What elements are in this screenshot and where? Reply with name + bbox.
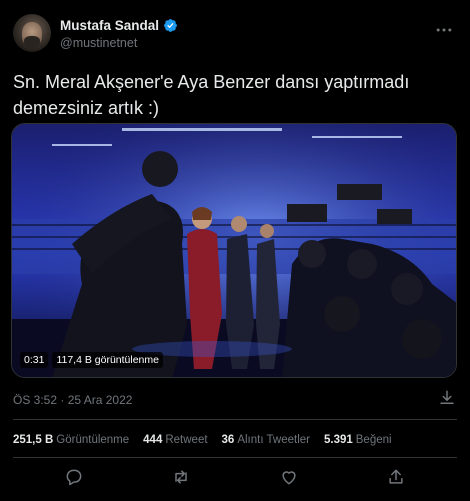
author-names: Mustafa Sandal @mustinetnet bbox=[60, 16, 178, 50]
views-count: 251,5 B bbox=[13, 434, 54, 446]
likes-label: Beğeni bbox=[355, 434, 392, 446]
share-icon[interactable] bbox=[386, 467, 406, 487]
author-block[interactable]: Mustafa Sandal @mustinetnet bbox=[13, 14, 178, 52]
tweet-stats: 251,5 B Görüntülenme 444 Retweet 36 Alıntı … bbox=[13, 434, 392, 446]
stat-quotes[interactable]: 36 Alıntı Tweetler bbox=[222, 434, 310, 446]
tweet-text-line-1: Sn. Meral Akşener'e Aya Benzer dansı yap… bbox=[13, 72, 410, 92]
stat-retweets[interactable]: 444 Retweet bbox=[143, 434, 207, 446]
reply-icon[interactable] bbox=[64, 467, 84, 487]
author-handle[interactable]: @mustinetnet bbox=[60, 36, 178, 50]
retweet-icon[interactable] bbox=[171, 467, 191, 487]
views-label: Görüntülenme bbox=[56, 434, 130, 446]
stat-likes[interactable]: 5.391 Beğeni bbox=[324, 434, 392, 446]
video-overlay: 0:31 117,4 B görüntülenme bbox=[20, 352, 163, 368]
divider-top bbox=[13, 419, 457, 420]
like-icon[interactable] bbox=[279, 467, 299, 487]
verified-badge-icon bbox=[164, 18, 177, 32]
quotes-label: Alıntı Tweetler bbox=[237, 434, 310, 446]
tweet-timestamp[interactable]: ÖS 3:52 · 25 Ara 2022 bbox=[13, 393, 132, 407]
action-bar bbox=[0, 458, 470, 496]
more-options-icon[interactable] bbox=[434, 20, 454, 40]
video-views: 117,4 B görüntülenme bbox=[52, 352, 163, 368]
quotes-count: 36 bbox=[221, 434, 235, 446]
retweets-label: Retweet bbox=[165, 434, 208, 446]
stat-views[interactable]: 251,5 B Görüntülenme bbox=[13, 434, 129, 446]
avatar[interactable] bbox=[13, 14, 51, 52]
tweet-text-line-2: demezsiniz artık :) bbox=[13, 98, 160, 118]
author-name-row: Mustafa Sandal bbox=[60, 16, 178, 34]
author-name[interactable]: Mustafa Sandal bbox=[60, 18, 159, 33]
retweets-count: 444 bbox=[143, 434, 163, 446]
video-player[interactable]: 0:31 117,4 B görüntülenme bbox=[11, 123, 457, 378]
tweet-text: Sn. Meral Akşener'e Aya Benzer dansı yap… bbox=[13, 69, 453, 121]
video-duration: 0:31 bbox=[20, 352, 49, 368]
avatar-beard bbox=[24, 36, 40, 48]
video-frame bbox=[12, 124, 456, 377]
likes-count: 5.391 bbox=[323, 434, 353, 446]
download-icon[interactable] bbox=[438, 389, 456, 407]
